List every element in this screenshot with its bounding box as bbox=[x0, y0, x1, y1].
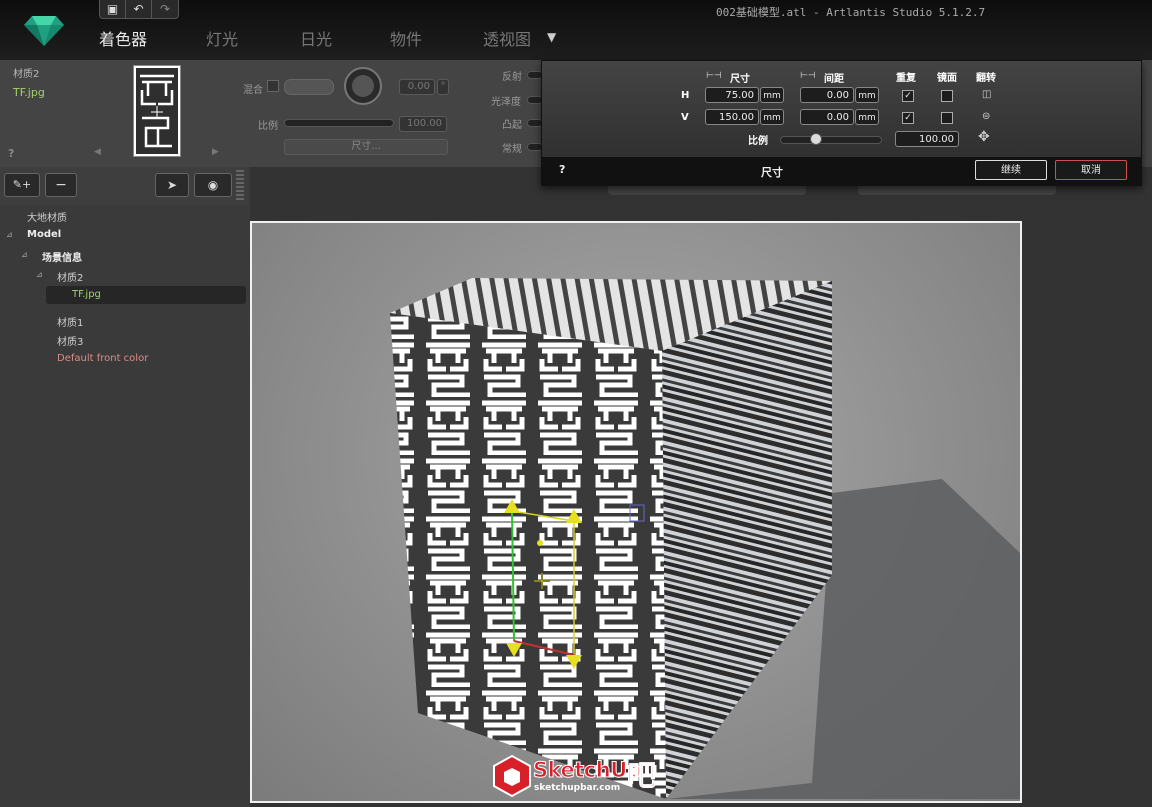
undo-icon[interactable]: ↶ bbox=[126, 0, 152, 18]
repeat-header: 重复 bbox=[896, 73, 916, 84]
visibility-eye-icon[interactable]: ◉ bbox=[194, 173, 232, 197]
size-button[interactable]: 尺寸... bbox=[284, 139, 448, 155]
blend-label: 混合 bbox=[243, 85, 263, 96]
tree-item-material1[interactable]: 材质1 bbox=[57, 314, 83, 329]
tree-item-material3[interactable]: 材质3 bbox=[57, 333, 83, 348]
dialog-scale-handle[interactable] bbox=[810, 133, 822, 145]
next-arrow-icon[interactable]: ▶ bbox=[212, 147, 219, 157]
mirror-header: 镜面 bbox=[937, 73, 957, 84]
tab-shaders[interactable]: 着色器 bbox=[99, 26, 147, 50]
tree-item-model[interactable]: Model bbox=[27, 229, 61, 240]
render-scene bbox=[390, 278, 1020, 799]
tree-item-scene[interactable]: 场景信息 bbox=[42, 249, 82, 264]
angle-dial[interactable] bbox=[344, 67, 382, 105]
watermark-suffix: 吧 bbox=[627, 759, 657, 793]
remove-button[interactable]: − bbox=[45, 173, 77, 197]
add-shader-button[interactable]: ✎+ bbox=[4, 173, 40, 197]
h-label: H bbox=[681, 90, 690, 101]
expand-arrow-icon[interactable]: ⊿ bbox=[6, 230, 13, 239]
spacing-header-icon: ⊢⊣ bbox=[800, 71, 816, 81]
v-size-field[interactable]: 150.00 bbox=[705, 109, 759, 125]
flip-header: 翻转 bbox=[976, 73, 996, 84]
material-name: 材质2 bbox=[13, 69, 40, 80]
angle-field[interactable]: 0.00 bbox=[399, 79, 435, 95]
normal-label: 常规 bbox=[502, 144, 522, 155]
top-bar: ▣ ↶ ↷ 着色器 灯光 日光 物件 透视图 ▼ 002基础模型.atl - A… bbox=[0, 0, 1152, 60]
spacing-header: 间距 bbox=[824, 74, 844, 85]
expand-arrow-icon[interactable]: ⊿ bbox=[21, 250, 28, 259]
flip-h-icon[interactable]: ◫ bbox=[982, 89, 991, 100]
texture-name: TF.jpg bbox=[13, 86, 45, 99]
tree-item-ground[interactable]: 大地材质 bbox=[27, 209, 67, 224]
v-spacing-unit[interactable]: mm bbox=[855, 109, 879, 125]
blend-checkbox[interactable] bbox=[267, 80, 279, 92]
tree-item-material2[interactable]: 材质2 bbox=[57, 269, 83, 284]
scale-label: 比例 bbox=[258, 121, 278, 132]
reflect-label: 反射 bbox=[502, 72, 522, 83]
angle-unit: ° bbox=[437, 79, 449, 95]
dialog-scale-slider[interactable] bbox=[780, 136, 882, 144]
continue-button[interactable]: 继续 bbox=[975, 160, 1047, 180]
size-dialog: ⊢⊣ 尺寸 ⊢⊣ 间距 重复 镜面 翻转 H 75.00 mm 0.00 mm … bbox=[541, 60, 1142, 186]
repeat-v-checkbox[interactable]: ✓ bbox=[902, 112, 914, 124]
dialog-help-icon[interactable]: ? bbox=[559, 163, 565, 176]
bump-label: 凸起 bbox=[502, 120, 522, 131]
v-spacing-field[interactable]: 0.00 bbox=[800, 109, 854, 125]
panel-grip-icon[interactable] bbox=[236, 170, 244, 200]
flip-v-icon[interactable]: ⊜ bbox=[982, 111, 990, 122]
scale-slider[interactable] bbox=[284, 119, 394, 127]
tab-lights[interactable]: 灯光 bbox=[206, 26, 238, 50]
help-icon[interactable]: ? bbox=[8, 147, 14, 160]
save-icon[interactable]: ▣ bbox=[100, 0, 126, 18]
v-size-unit[interactable]: mm bbox=[760, 109, 784, 125]
cancel-button[interactable]: 取消 bbox=[1055, 160, 1127, 180]
h-size-field[interactable]: 75.00 bbox=[705, 87, 759, 103]
sketchup-logo-icon bbox=[492, 754, 532, 798]
scale-field[interactable]: 100.00 bbox=[399, 116, 447, 132]
h-spacing-field[interactable]: 0.00 bbox=[800, 87, 854, 103]
quick-tools: ▣ ↶ ↷ bbox=[99, 0, 179, 19]
dialog-footer: ? 尺寸 继续 取消 bbox=[542, 157, 1141, 185]
mirror-h-checkbox[interactable] bbox=[941, 90, 953, 102]
dialog-scale-label: 比例 bbox=[748, 136, 768, 147]
tree-item-default-color[interactable]: Default front color bbox=[57, 353, 148, 364]
tab-heliodons[interactable]: 日光 bbox=[300, 26, 332, 50]
watermark-url: sketchupbar.com bbox=[534, 783, 621, 793]
pick-cursor-icon[interactable]: ➤ bbox=[155, 173, 189, 197]
repeat-h-checkbox[interactable]: ✓ bbox=[902, 90, 914, 102]
tab-objects[interactable]: 物件 bbox=[390, 26, 422, 50]
tree-item-texture[interactable]: TF.jpg bbox=[72, 289, 101, 300]
v-label: V bbox=[681, 112, 689, 123]
gloss-label: 光泽度 bbox=[491, 97, 521, 108]
blend-color-swatch[interactable] bbox=[284, 79, 334, 95]
dialog-title: 尺寸 bbox=[761, 166, 783, 179]
mirror-v-checkbox[interactable] bbox=[941, 112, 953, 124]
window-title: 002基础模型.atl - Artlantis Studio 5.1.2.7 bbox=[716, 6, 986, 19]
size-header-icon: ⊢⊣ bbox=[706, 71, 722, 81]
redo-icon[interactable]: ↷ bbox=[152, 0, 178, 18]
tab-perspectives[interactable]: 透视图 bbox=[483, 26, 531, 50]
artlantis-gem-logo-icon bbox=[24, 16, 64, 46]
tab-dropdown-icon[interactable]: ▼ bbox=[547, 30, 556, 44]
dialog-scale-field[interactable]: 100.00 bbox=[895, 131, 959, 147]
texture-thumbnail[interactable] bbox=[133, 65, 181, 157]
expand-arrow-icon[interactable]: ⊿ bbox=[36, 270, 43, 279]
size-header: 尺寸 bbox=[730, 74, 750, 85]
prev-arrow-icon[interactable]: ◀ bbox=[94, 147, 101, 157]
fit-size-icon[interactable]: ✥ bbox=[978, 129, 990, 145]
h-size-unit[interactable]: mm bbox=[760, 87, 784, 103]
h-spacing-unit[interactable]: mm bbox=[855, 87, 879, 103]
watermark-brand: SketchUp bbox=[532, 758, 642, 783]
render-preview[interactable] bbox=[250, 221, 1022, 803]
